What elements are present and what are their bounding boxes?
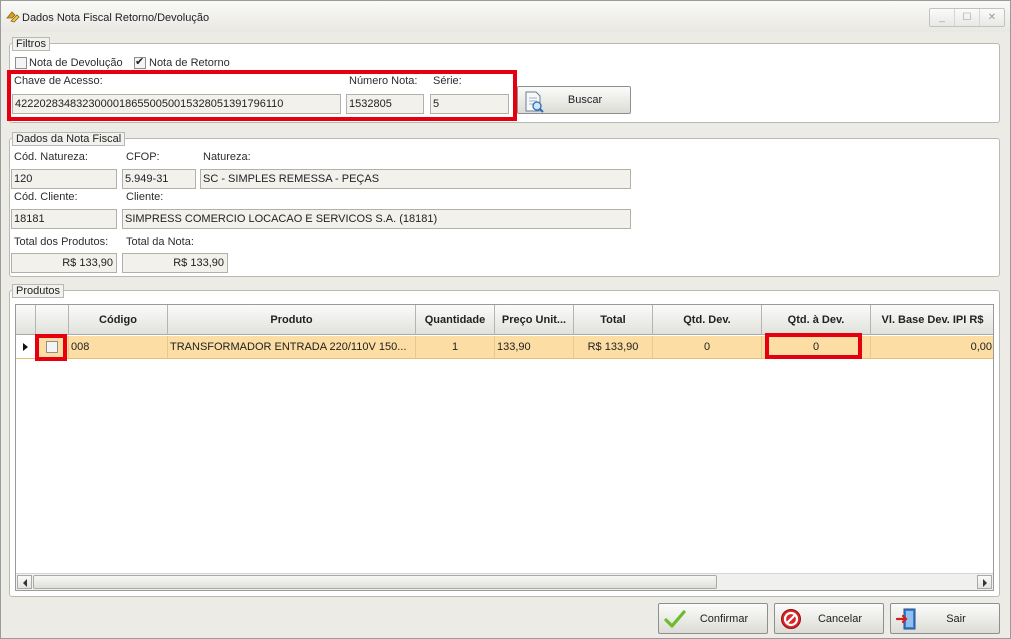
cell-total[interactable]: R$ 133,90 — [574, 336, 653, 358]
scroll-left-button[interactable] — [17, 575, 32, 589]
nota-devolucao-checkbox[interactable] — [15, 57, 27, 69]
column-header-qtd-a-dev[interactable]: Qtd. à Dev. — [762, 305, 871, 335]
cod-natureza-input[interactable]: 120 — [11, 169, 117, 189]
maximize-button[interactable]: ☐ — [955, 9, 980, 26]
cod-cliente-input[interactable]: 18181 — [11, 209, 117, 229]
confirmar-label: Confirmar — [699, 612, 749, 625]
close-button[interactable]: ✕ — [980, 9, 1004, 26]
total-produtos-label: Total dos Produtos: — [14, 236, 109, 248]
row-indicator-header — [16, 305, 36, 335]
window-title: Dados Nota Fiscal Retorno/Devolução — [22, 12, 210, 24]
highlight-filter-inputs — [7, 70, 517, 121]
scroll-left-arrow-icon — [23, 579, 27, 587]
column-header-preco-unit[interactable]: Preço Unit... — [495, 305, 574, 335]
column-header-vl-base-dev-ipi[interactable]: Vl. Base Dev. IPI R$ — [871, 305, 993, 335]
cliente-input[interactable]: SIMPRESS COMERCIO LOCACAO E SERVICOS S.A… — [122, 209, 631, 229]
buscar-label: Buscar — [567, 94, 603, 106]
natureza-input[interactable]: SC - SIMPLES REMESSA - PEÇAS — [200, 169, 631, 189]
cell-codigo[interactable]: 008 — [69, 336, 168, 358]
cell-qtd-dev[interactable]: 0 — [653, 336, 762, 358]
row-indicator[interactable] — [16, 336, 36, 358]
nota-devolucao-label: Nota de Devolução — [29, 57, 123, 69]
natureza-label: Natureza: — [203, 151, 251, 163]
column-header-total[interactable]: Total — [574, 305, 653, 335]
produtos-legend: Produtos — [12, 284, 65, 298]
nota-retorno-checkbox[interactable] — [134, 55, 146, 69]
select-column-header[interactable] — [36, 305, 69, 335]
dialog-window: Dados Nota Fiscal Retorno/Devolução _ ☐ … — [0, 0, 1011, 639]
grid-header: Código Produto Quantidade Preço Unit... … — [16, 305, 993, 335]
total-produtos-value: R$ 133,90 — [11, 253, 117, 273]
column-header-codigo[interactable]: Código — [69, 305, 168, 335]
total-nota-value: R$ 133,90 — [122, 253, 228, 273]
column-header-quantidade[interactable]: Quantidade — [416, 305, 495, 335]
window-controls: _ ☐ ✕ — [929, 8, 1005, 27]
cancelar-button[interactable]: Cancelar — [774, 603, 884, 634]
highlight-row-checkbox — [35, 334, 67, 361]
column-header-qtd-dev[interactable]: Qtd. Dev. — [653, 305, 762, 335]
cfop-input[interactable]: 5.949-31 — [122, 169, 196, 189]
cell-quantidade[interactable]: 1 — [416, 336, 495, 358]
scroll-right-arrow-icon — [983, 579, 987, 587]
cancelar-label: Cancelar — [817, 612, 863, 625]
title-bar: Dados Nota Fiscal Retorno/Devolução _ ☐ … — [1, 1, 1010, 32]
dados-nota-group: Dados da Nota Fiscal Cód. Natureza: 120 … — [9, 132, 1000, 277]
current-row-arrow-icon — [23, 343, 28, 351]
minimize-button[interactable]: _ — [930, 9, 955, 26]
cliente-label: Cliente: — [126, 191, 164, 203]
cell-produto[interactable]: TRANSFORMADOR ENTRADA 220/110V 150... — [168, 336, 416, 358]
cod-cliente-label: Cód. Cliente: — [14, 191, 78, 203]
cod-natureza-label: Cód. Natureza: — [14, 151, 88, 163]
scroll-right-button[interactable] — [977, 575, 992, 589]
cfop-label: CFOP: — [126, 151, 160, 163]
total-nota-label: Total da Nota: — [126, 236, 194, 248]
buscar-button[interactable]: Buscar — [517, 86, 631, 114]
app-icon — [6, 11, 20, 23]
filtros-legend: Filtros — [12, 37, 50, 51]
horizontal-scrollbar[interactable] — [16, 573, 993, 590]
sair-label: Sair — [946, 612, 966, 625]
scroll-thumb[interactable] — [33, 575, 717, 589]
confirmar-button[interactable]: Confirmar — [658, 603, 768, 634]
sair-button[interactable]: Sair — [890, 603, 1000, 634]
nota-retorno-label: Nota de Retorno — [149, 57, 230, 69]
highlight-qtd-a-dev-cell — [765, 333, 862, 359]
cell-vl-base-dev-ipi[interactable]: 0,00 — [871, 336, 993, 358]
column-header-produto[interactable]: Produto — [168, 305, 416, 335]
dados-nota-legend: Dados da Nota Fiscal — [12, 132, 126, 146]
cell-preco-unit[interactable]: 133,90 — [495, 336, 574, 358]
